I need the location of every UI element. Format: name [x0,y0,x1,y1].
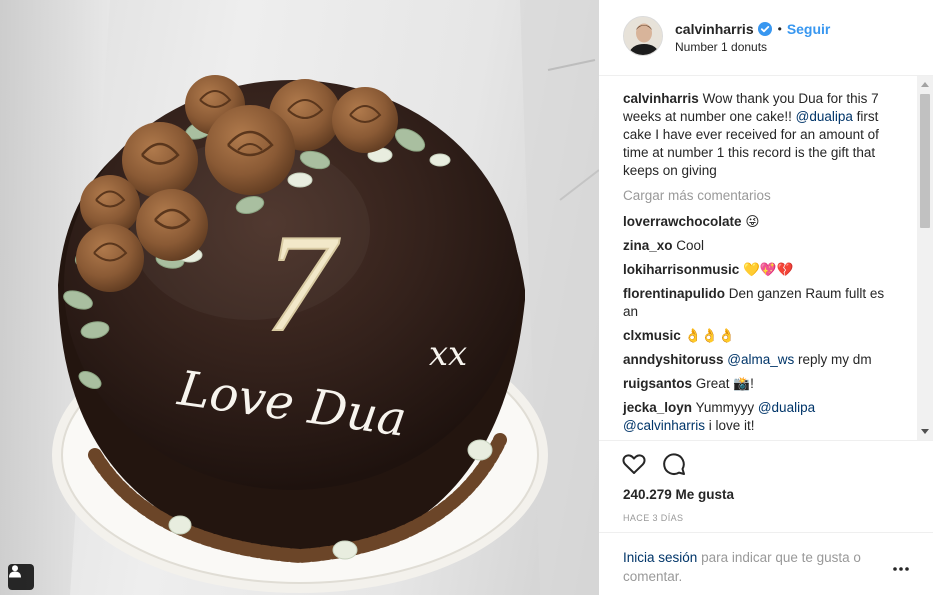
comment-item: loverrawchocolate 😜 [623,213,891,231]
comments-scrollbar[interactable] [917,76,933,440]
header-separator: • [777,22,782,36]
comment-username[interactable]: loverrawchocolate [623,214,742,229]
chevron-down-icon [921,429,929,434]
comment-mention[interactable]: @calvinharris [623,418,705,433]
comment-text: Great 📸! [695,376,754,391]
comment-item: zina_xo Cool [623,237,891,255]
user-tag-icon [9,565,21,578]
load-more-comments-button[interactable]: Cargar más comentarios [623,188,891,203]
comment-text: i love it! [708,418,755,433]
comment-bubble-icon [663,453,685,475]
comment-username[interactable]: clxmusic [623,328,681,343]
comment-text: Cool [676,238,705,253]
caption-mention[interactable]: @dualipa [796,109,853,124]
comment-mention[interactable]: @alma_ws [727,352,794,367]
cake-kisses: xx [429,334,467,374]
chevron-up-icon [921,82,929,87]
post-header: calvinharris • Seguir Number 1 donuts [599,0,933,76]
comment-text: reply my dm [798,352,872,367]
comment-username[interactable]: lokiharrisonmusic [623,262,739,277]
comment-mention[interactable]: @dualipa [758,400,815,415]
comments-list[interactable]: calvinharris Wow thank you Dua for this … [599,76,933,440]
profile-picture-icon [624,17,662,55]
comment-item: clxmusic 👌👌👌 [623,327,891,345]
scroll-down-arrow[interactable] [917,424,933,440]
avatar[interactable] [623,16,663,56]
comment-username[interactable]: florentinapulido [623,286,725,301]
comment-item: lokiharrisonmusic 💛💖💔 [623,261,891,279]
comment-item: ruigsantos Great 📸! [623,375,891,393]
comment-text: Yummyyy [695,400,755,415]
like-button[interactable] [621,451,647,477]
header-username[interactable]: calvinharris [675,21,754,37]
verified-badge-icon [757,22,772,36]
more-options-button[interactable] [891,563,911,575]
login-prompt: Inicia sesión para indicar que te gusta … [599,532,933,595]
comment-button[interactable] [661,451,687,477]
comment-username[interactable]: anndyshitoruss [623,352,724,367]
post-timestamp[interactable]: HACE 3 DÍAS [623,513,683,523]
scroll-up-arrow[interactable] [917,76,933,92]
likes-count[interactable]: 240.279 Me gusta [623,487,734,502]
post-caption: calvinharris Wow thank you Dua for this … [623,90,891,180]
follow-button[interactable]: Seguir [787,21,831,37]
comment-username[interactable]: zina_xo [623,238,673,253]
tagged-users-button[interactable] [8,564,34,590]
comment-item: anndyshitoruss @alma_ws reply my dm [623,351,891,369]
comment-username[interactable]: ruigsantos [623,376,692,391]
cake-number-seven: 7 [265,206,340,361]
cake-illustration: 7 Love Dua xx [0,0,599,595]
comment-item: jecka_loyn Yummyyy @dualipa @calvinharri… [623,399,891,435]
location-subtitle[interactable]: Number 1 donuts [675,40,767,54]
heart-icon [622,454,646,474]
caption-username[interactable]: calvinharris [623,91,699,106]
ellipsis-icon [893,567,909,571]
comment-text: 👌👌👌 [684,328,735,343]
scrollbar-thumb[interactable] [920,94,930,228]
comment-username[interactable]: jecka_loyn [623,400,692,415]
login-link[interactable]: Inicia sesión [623,550,697,565]
post-photo[interactable]: 7 Love Dua xx [0,0,599,595]
comment-text: 😜 [745,214,760,229]
comment-item: florentinapulido Den ganzen Raum fullt e… [623,285,891,321]
comment-text: 💛💖💔 [743,262,794,277]
post-details-panel: calvinharris • Seguir Number 1 donuts ca… [599,0,933,595]
